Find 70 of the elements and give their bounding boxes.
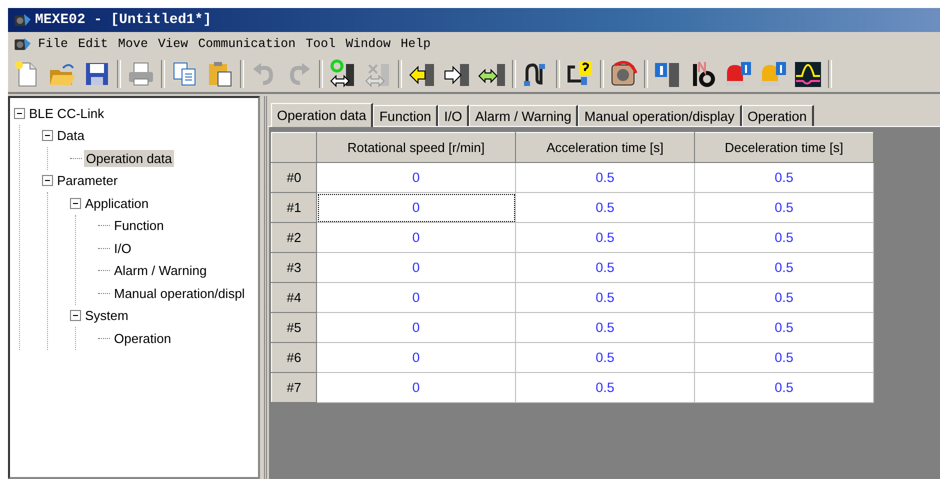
warning-light-icon[interactable] [758,59,788,89]
tree-item[interactable]: System [83,307,130,324]
row-header: #1 [272,192,316,222]
table-cell[interactable]: 0 [316,192,516,222]
row-header: #5 [272,312,316,342]
table-cell[interactable]: 0.5 [516,222,694,252]
row-header: #3 [272,252,316,282]
menu-item[interactable]: File [34,35,72,53]
collapse-icon[interactable] [70,310,81,322]
row-header: #4 [272,282,316,312]
tree-item[interactable]: Parameter [55,172,120,190]
waveform-icon[interactable] [793,59,823,89]
column-header: Acceleration time [s] [516,132,694,162]
row-header: #6 [272,342,316,372]
collapse-icon[interactable] [42,175,53,186]
tab[interactable]: Operation data [271,103,374,127]
table-cell[interactable]: 0.5 [694,222,874,252]
tree-item[interactable]: Operation data [84,150,174,167]
row-header: #7 [272,372,316,402]
tree-item[interactable]: Operation [112,330,174,347]
table-cell[interactable]: 0 [316,342,516,372]
table-cell[interactable]: 0.5 [516,372,694,402]
alarm-light-icon[interactable] [723,59,753,89]
tab[interactable]: I/O [438,105,470,126]
row-header: #2 [272,222,316,252]
table-cell[interactable]: 0.5 [694,192,874,222]
table-cell[interactable]: 0.5 [694,372,874,402]
menu-item[interactable]: Move [114,35,152,53]
menu-item[interactable]: Window [342,35,395,53]
row-header: #0 [272,162,316,192]
table-cell[interactable]: 0 [316,372,516,402]
table-cell[interactable]: 0.5 [516,252,694,282]
column-header: Deceleration time [s] [694,132,874,162]
menu-item[interactable]: Help [396,35,435,53]
table-cell[interactable]: 0.5 [694,162,874,192]
table-cell[interactable]: 0 [316,312,516,342]
menu-item[interactable]: Edit [74,35,112,53]
tab[interactable]: Function [373,105,438,126]
corner-header [272,132,316,162]
collapse-icon[interactable] [42,130,53,142]
collapse-icon[interactable] [70,198,81,209]
table-cell[interactable]: 0.5 [516,192,694,222]
table-cell[interactable]: 0 [316,252,516,282]
tab[interactable]: Manual operation/display [578,105,742,126]
tree-item[interactable]: Function [112,217,166,234]
tab[interactable]: Alarm / Warning [469,105,578,126]
table-cell[interactable]: 0 [316,162,516,192]
table-cell[interactable]: 0 [316,222,516,252]
collapse-icon[interactable] [14,108,25,119]
table-cell[interactable]: 0.5 [694,252,874,282]
table-cell[interactable]: 0.5 [694,312,874,342]
table-cell[interactable]: 0.5 [516,162,694,192]
menu-item[interactable]: Tool [302,35,340,53]
table-cell[interactable]: 0.5 [516,282,694,312]
window-title: MEXE02 - [Untitled1*] [35,12,212,28]
column-header: Rotational speed [r/min] [316,132,516,162]
tree-item[interactable]: Application [83,194,151,212]
table-cell[interactable]: 0 [316,282,516,312]
tree-item[interactable]: Manual operation/displ [112,284,247,302]
table-cell[interactable]: 0.5 [516,342,694,372]
tree-item[interactable]: I/O [112,240,134,257]
tab[interactable]: Operation [742,105,814,126]
table-cell[interactable]: 0.5 [694,282,874,312]
menu-item[interactable]: View [154,35,192,53]
menu-item[interactable]: Communication [194,35,300,53]
table-cell[interactable]: 0.5 [516,312,694,342]
tree-item[interactable]: Alarm / Warning [112,262,209,280]
table-cell[interactable]: 0.5 [694,342,874,372]
tree-item[interactable]: BLE CC-Link [27,104,106,122]
tree-item[interactable]: Data [55,127,86,144]
